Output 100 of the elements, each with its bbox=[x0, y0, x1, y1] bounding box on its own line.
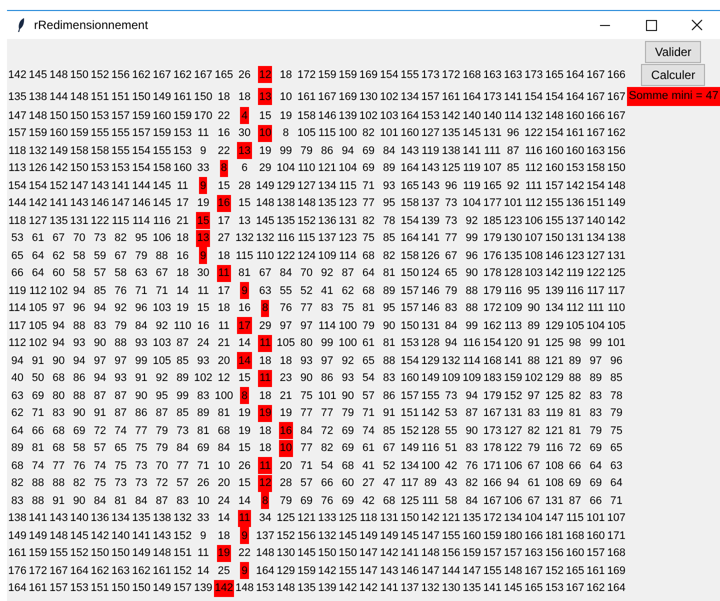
grid-number: 87 bbox=[113, 406, 128, 422]
grid-number: 71 bbox=[196, 458, 210, 474]
grid-number: 164 bbox=[7, 581, 28, 596]
grid-number: 59 bbox=[92, 248, 108, 264]
grid-number: 143 bbox=[90, 178, 110, 194]
grid-number: 83 bbox=[92, 318, 108, 334]
grid-number: 64 bbox=[588, 458, 603, 474]
grid-number: 145 bbox=[28, 68, 48, 82]
grid-number: 161 bbox=[296, 90, 317, 104]
grid-number: 142 bbox=[440, 108, 462, 124]
grid-number: 17 bbox=[216, 214, 232, 229]
grid-number: 153 bbox=[172, 126, 193, 142]
grid-number: 89 bbox=[382, 161, 396, 176]
grid-number: 63 bbox=[609, 458, 624, 474]
grid-number: 100 bbox=[338, 126, 358, 142]
grid-number: 163 bbox=[524, 546, 544, 562]
grid-number: 15 bbox=[216, 178, 232, 194]
grid-number: 87 bbox=[154, 406, 170, 422]
grid-number: 142 bbox=[316, 564, 338, 579]
grid-number: 98 bbox=[568, 336, 582, 352]
grid-number: 15 bbox=[237, 196, 252, 212]
grid-number: 16 bbox=[216, 194, 232, 212]
grid-number: 93 bbox=[382, 178, 396, 194]
grid-number: 89 bbox=[568, 354, 582, 369]
grid-number: 146 bbox=[400, 564, 420, 579]
grid-number: 21 bbox=[278, 388, 293, 404]
grid-number: 75 bbox=[609, 424, 624, 439]
grid-number: 152 bbox=[276, 528, 296, 544]
grid-number: 82 bbox=[382, 248, 396, 264]
grid-number: 15 bbox=[196, 301, 210, 316]
grid-number: 148 bbox=[276, 581, 296, 596]
grid-number: 132 bbox=[234, 231, 255, 246]
grid-number: 95 bbox=[382, 301, 396, 316]
grid-number: 18 bbox=[237, 90, 252, 104]
grid-number: 161 bbox=[28, 581, 48, 596]
grid-number: 149 bbox=[152, 581, 172, 596]
grid-number: 119 bbox=[462, 178, 482, 194]
grid-number: 30 bbox=[237, 126, 252, 142]
grid-number: 152 bbox=[502, 388, 524, 404]
grid-number: 159 bbox=[28, 126, 48, 142]
grid-number: 163 bbox=[482, 68, 503, 82]
grid-number: 112 bbox=[565, 301, 585, 316]
grid-number: 88 bbox=[113, 336, 128, 352]
grid-number: 147 bbox=[69, 178, 90, 194]
grid-number: 64 bbox=[361, 266, 376, 282]
grid-number: 165 bbox=[214, 68, 234, 82]
grid-number: 140 bbox=[586, 214, 606, 229]
grid-number: 77 bbox=[134, 424, 148, 439]
grid-number: 150 bbox=[400, 266, 420, 282]
grid-number: 21 bbox=[175, 214, 190, 229]
grid-number: 149 bbox=[358, 528, 379, 544]
grid-number: 97 bbox=[299, 318, 314, 334]
grid-number: 76 bbox=[278, 301, 293, 316]
grid-number: 155 bbox=[90, 126, 110, 142]
grid-number: 103 bbox=[524, 266, 544, 282]
grid-number: 162 bbox=[131, 68, 152, 82]
grid-number: 109 bbox=[316, 248, 338, 264]
grid-number: 67 bbox=[444, 248, 458, 264]
grid-number: 158 bbox=[296, 108, 317, 124]
grid-number: 145 bbox=[152, 178, 172, 194]
grid-number: 67 bbox=[52, 231, 66, 246]
grid-number: 172 bbox=[482, 511, 503, 526]
grid-number: 11 bbox=[217, 264, 231, 282]
grid-number: 137 bbox=[564, 214, 586, 229]
grid-number: 177 bbox=[482, 196, 503, 212]
grid-number: 138 bbox=[28, 90, 48, 104]
grid-number: 126 bbox=[28, 161, 48, 176]
grid-number: 156 bbox=[296, 528, 317, 544]
grid-number: 160 bbox=[586, 528, 606, 544]
grid-number: 9 bbox=[240, 562, 249, 580]
grid-number: 160 bbox=[544, 161, 565, 176]
grid-number: 69 bbox=[72, 424, 86, 439]
grid-number: 139 bbox=[316, 581, 338, 596]
calculer-button[interactable]: Calculer bbox=[641, 64, 706, 86]
grid-number: 151 bbox=[172, 546, 193, 562]
grid-number: 88 bbox=[72, 388, 86, 404]
grid-number: 13 bbox=[258, 88, 272, 105]
grid-number: 91 bbox=[92, 406, 108, 422]
grid-number: 78 bbox=[609, 388, 624, 404]
grid-number: 148 bbox=[420, 546, 441, 562]
grid-number: 162 bbox=[172, 68, 193, 82]
grid-number: 96 bbox=[609, 354, 624, 369]
valider-button[interactable]: Valider bbox=[644, 40, 702, 62]
grid-number: 105 bbox=[152, 354, 172, 369]
grid-number: 115 bbox=[565, 511, 585, 526]
grid-number: 92 bbox=[320, 266, 334, 282]
grid-number: 71 bbox=[609, 494, 624, 509]
grid-number: 26 bbox=[196, 476, 210, 492]
grid-number: 157 bbox=[110, 108, 131, 124]
grid-number: 81 bbox=[382, 266, 396, 282]
grid-number: 89 bbox=[526, 318, 541, 334]
grid-number: 88 bbox=[464, 284, 479, 299]
grid-number: 83 bbox=[588, 406, 603, 422]
grid-number: 122 bbox=[502, 441, 524, 456]
grid-number: 157 bbox=[586, 546, 606, 562]
grid-number: 75 bbox=[113, 458, 128, 474]
grid-number: 152 bbox=[400, 424, 420, 439]
grid-number: 117 bbox=[400, 476, 420, 492]
grid-number: 73 bbox=[175, 424, 190, 439]
window-title: rRedimensionnement bbox=[34, 18, 148, 32]
